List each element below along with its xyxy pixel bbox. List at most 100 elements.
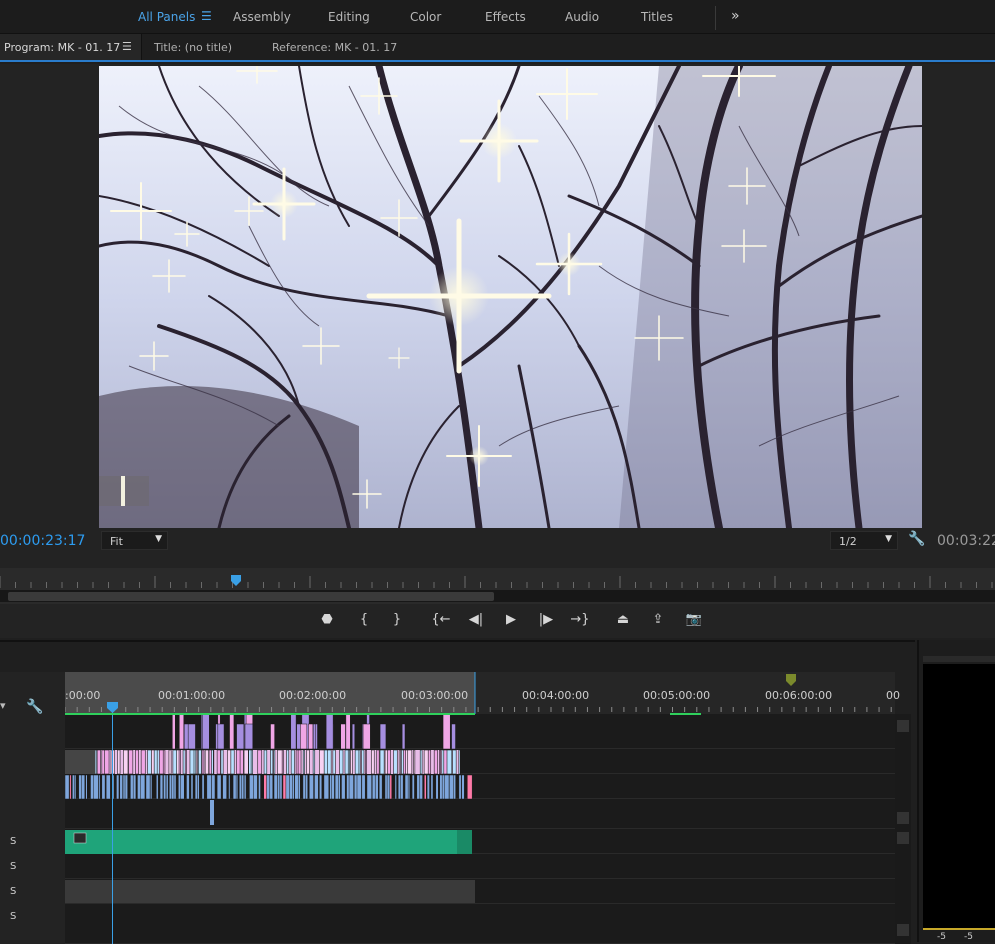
clip[interactable] — [300, 723, 308, 750]
clip[interactable] — [215, 723, 219, 750]
clip[interactable] — [239, 749, 244, 775]
clip[interactable] — [461, 774, 465, 800]
tab-title[interactable]: Title: (no title) — [154, 41, 232, 54]
timeline-playhead-handle[interactable] — [107, 702, 118, 713]
clip[interactable] — [458, 774, 462, 800]
clip[interactable] — [211, 774, 216, 800]
clip[interactable] — [269, 774, 274, 800]
playback-resolution-dropdown[interactable]: 1/2 ▼ — [830, 531, 898, 550]
clip[interactable] — [96, 749, 101, 775]
clip[interactable] — [312, 723, 316, 750]
clip[interactable] — [151, 749, 155, 775]
extract-button[interactable]: ⇪ — [647, 612, 669, 627]
clip[interactable] — [297, 749, 302, 775]
clip[interactable] — [140, 749, 146, 775]
clip[interactable] — [243, 749, 249, 775]
clip[interactable] — [281, 749, 284, 775]
clip[interactable] — [270, 723, 275, 750]
clip[interactable] — [366, 774, 372, 800]
clip[interactable] — [104, 749, 110, 775]
clip[interactable] — [323, 774, 330, 800]
clip[interactable] — [308, 723, 314, 750]
export-frame-button[interactable]: 📷 — [683, 612, 705, 627]
clip[interactable] — [379, 749, 385, 775]
clip[interactable] — [105, 774, 111, 800]
clip[interactable] — [258, 774, 261, 800]
play-button[interactable]: ▶ — [500, 612, 522, 627]
clip[interactable] — [427, 749, 432, 775]
clip[interactable] — [183, 723, 189, 750]
clip[interactable] — [128, 749, 134, 775]
clip[interactable] — [178, 749, 181, 775]
clip[interactable] — [101, 774, 106, 800]
clip[interactable] — [389, 774, 393, 800]
clip[interactable] — [329, 774, 333, 800]
clip[interactable] — [435, 774, 439, 800]
mark-in-button[interactable]: { — [353, 612, 375, 627]
clip[interactable] — [312, 749, 316, 775]
clip[interactable] — [362, 723, 371, 750]
clip[interactable] — [451, 723, 456, 750]
clip[interactable] — [374, 774, 379, 800]
clip[interactable] — [81, 774, 86, 800]
clip[interactable] — [419, 774, 423, 800]
panel-menu-icon[interactable]: ☰ — [122, 40, 132, 53]
clip[interactable] — [250, 749, 253, 775]
clip[interactable] — [93, 774, 99, 800]
clip[interactable] — [117, 749, 121, 775]
workspace-audio[interactable]: Audio — [565, 10, 599, 24]
clip[interactable] — [216, 749, 221, 775]
clip[interactable] — [444, 774, 450, 800]
clip[interactable] — [193, 749, 197, 775]
lift-button[interactable]: ⏏ — [612, 612, 634, 627]
clip[interactable] — [279, 774, 283, 800]
clip[interactable] — [419, 749, 423, 775]
clip[interactable] — [398, 749, 401, 775]
clip[interactable] — [147, 749, 152, 775]
clip[interactable] — [339, 749, 344, 775]
clip[interactable] — [132, 774, 137, 800]
workspace-editing[interactable]: Editing — [328, 10, 370, 24]
clip[interactable] — [319, 774, 323, 800]
clip[interactable] — [201, 749, 205, 775]
add-marker-button[interactable]: ⬣ — [316, 612, 338, 627]
clip[interactable] — [424, 774, 427, 800]
clip[interactable] — [332, 749, 336, 775]
double-chevron-right-icon[interactable]: » — [731, 8, 740, 24]
clip[interactable] — [290, 749, 295, 775]
clip[interactable] — [165, 774, 169, 800]
clip[interactable] — [119, 774, 123, 800]
clip[interactable] — [123, 749, 129, 775]
tab-reference[interactable]: Reference: MK - 01. 17 — [272, 41, 397, 54]
workspace-color[interactable]: Color — [410, 10, 441, 24]
sequence-marker-icon[interactable] — [786, 674, 796, 686]
clip[interactable] — [201, 774, 205, 800]
clip[interactable] — [168, 749, 172, 775]
clip[interactable] — [407, 749, 413, 775]
clip[interactable] — [179, 714, 185, 750]
clip[interactable] — [202, 714, 210, 750]
clip[interactable] — [400, 774, 404, 800]
audio-clip[interactable] — [65, 830, 472, 854]
clips-layer[interactable] — [65, 714, 895, 944]
timeline-playhead-line[interactable] — [112, 704, 113, 944]
clip[interactable] — [216, 774, 222, 800]
clip[interactable] — [85, 774, 88, 800]
workspace-assembly[interactable]: Assembly — [233, 10, 291, 24]
clip[interactable] — [173, 774, 177, 800]
clip[interactable] — [243, 774, 247, 800]
clip[interactable] — [327, 749, 332, 775]
clip[interactable] — [401, 723, 406, 750]
clip[interactable] — [345, 714, 351, 750]
clip[interactable] — [228, 774, 231, 800]
clip[interactable] — [156, 774, 159, 800]
clip[interactable] — [229, 714, 235, 750]
go-to-in-button[interactable]: {← — [430, 612, 452, 627]
clip[interactable] — [135, 749, 139, 775]
clip[interactable] — [371, 774, 376, 800]
clip[interactable] — [442, 714, 451, 750]
clip[interactable] — [277, 774, 281, 800]
marker-icon[interactable]: ▾ — [0, 699, 6, 712]
workspace-effects[interactable]: Effects — [485, 10, 526, 24]
clip[interactable] — [140, 774, 146, 800]
